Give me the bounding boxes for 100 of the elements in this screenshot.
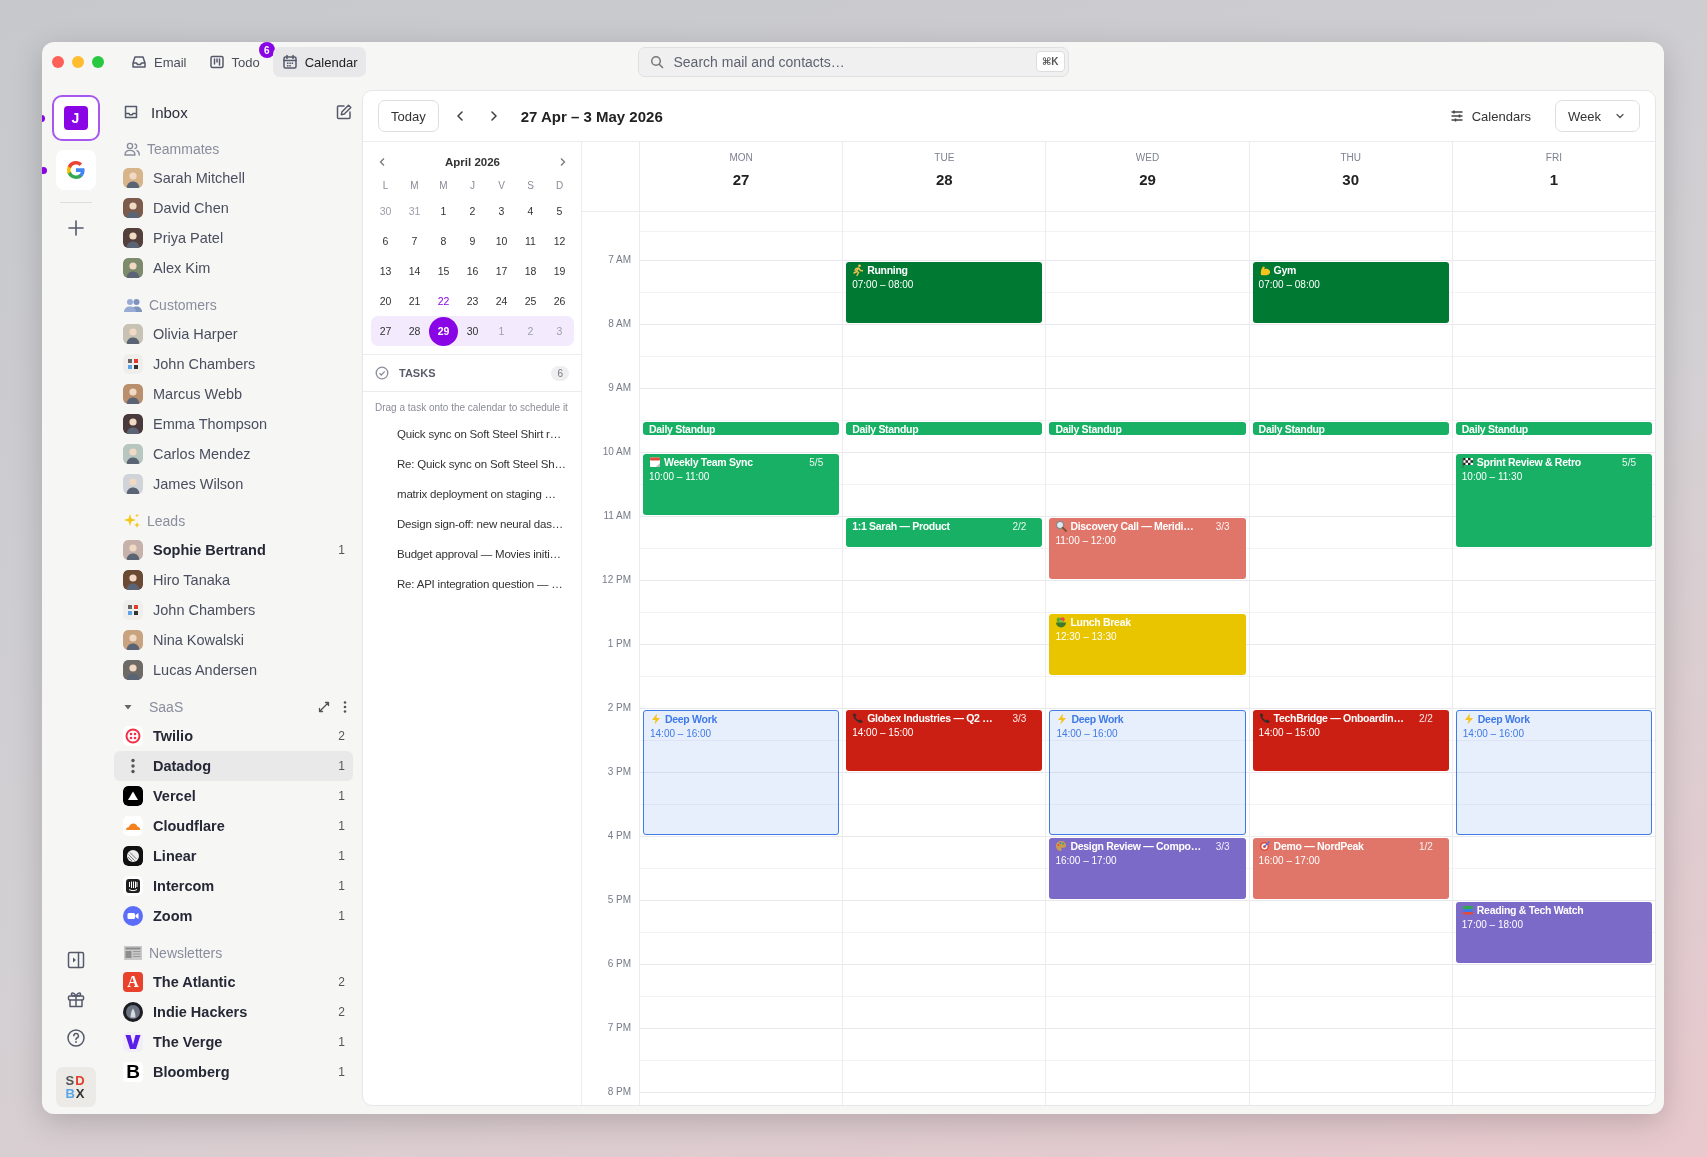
sidebar-item[interactable]: Carlos Mendez bbox=[114, 439, 353, 469]
calendar-day[interactable]: 7 bbox=[400, 226, 429, 256]
task-item[interactable]: Re: Quick sync on Soft Steel Sh… bbox=[397, 449, 581, 479]
sidebar-item[interactable]: Nina Kowalski bbox=[114, 625, 353, 655]
calendar-day[interactable]: 25 bbox=[516, 286, 545, 316]
avatar bbox=[123, 444, 143, 464]
compose-icon[interactable] bbox=[335, 103, 353, 121]
app-tab[interactable]: Email bbox=[122, 47, 196, 77]
task-item[interactable]: Re: API integration question — … bbox=[397, 569, 581, 599]
sidebar-item[interactable]: Indie Hackers 2 bbox=[114, 997, 353, 1027]
calendar-day[interactable]: 13 bbox=[371, 256, 400, 286]
unread-count: 2 bbox=[338, 1005, 345, 1019]
sidebar-item[interactable]: B Bloomberg 1 bbox=[114, 1057, 353, 1087]
sidebar-item[interactable]: Marcus Webb bbox=[114, 379, 353, 409]
calendar-event[interactable]: Reading & Tech Watch 17:00 – 18:00 bbox=[1455, 902, 1652, 963]
sidebar-item[interactable]: Olivia Harper bbox=[114, 319, 353, 349]
weekday-label: WED bbox=[1135, 152, 1160, 163]
calendar-day[interactable]: 27 bbox=[371, 316, 400, 346]
calendar-day[interactable]: 26 bbox=[545, 286, 574, 316]
calendars-button[interactable]: Calendars bbox=[1443, 107, 1537, 125]
workspace-logo[interactable]: SD BX bbox=[55, 1067, 96, 1107]
calendar-day[interactable]: 24 bbox=[487, 286, 516, 316]
plus-icon[interactable] bbox=[66, 219, 85, 237]
sidebar-item[interactable]: Sarah Mitchell bbox=[114, 163, 353, 193]
sidebar-item[interactable]: James Wilson bbox=[114, 469, 353, 499]
calendar-day[interactable]: 14 bbox=[400, 256, 429, 286]
avatar bbox=[123, 228, 143, 248]
chevron-left-icon[interactable] bbox=[455, 110, 464, 122]
event-time: 14:00 – 16:00 bbox=[1056, 727, 1119, 740]
calendar-day[interactable]: 17 bbox=[487, 256, 516, 286]
calendar-day[interactable]: 12 bbox=[545, 226, 574, 256]
calendar-event[interactable]: Running 07:00 – 08:00 bbox=[846, 262, 1043, 323]
calendar-event[interactable]: Deep Work 14:00 – 16:00 bbox=[1455, 710, 1652, 835]
calendar-day[interactable]: 18 bbox=[516, 256, 545, 286]
calendar-day[interactable]: 29 bbox=[429, 316, 458, 346]
task-item[interactable]: Design sign-off: new neural das… bbox=[397, 509, 581, 539]
calendar-day[interactable]: 19 bbox=[545, 256, 574, 286]
inbox-tray-icon bbox=[131, 54, 147, 70]
calendar-event[interactable]: Design Review — Compo… 3/3 16:00 – 17:00 bbox=[1049, 838, 1246, 899]
sidebar-item[interactable]: Emma Thompson bbox=[114, 409, 353, 439]
task-item[interactable]: matrix deployment on staging … bbox=[397, 479, 581, 509]
calendar-day[interactable]: 21 bbox=[400, 286, 429, 316]
sidebar-item[interactable]: Datadog 1 bbox=[114, 751, 353, 781]
calendar-day[interactable]: 4 bbox=[516, 196, 545, 226]
expand-icon[interactable] bbox=[317, 700, 331, 714]
calendar-event[interactable]: Gym 07:00 – 08:00 bbox=[1252, 262, 1449, 323]
event-title: Lunch Break bbox=[1070, 616, 1132, 629]
calendar-day[interactable]: 22 bbox=[429, 286, 458, 316]
sidebar-item[interactable]: David Chen bbox=[114, 193, 353, 223]
calendar-day[interactable]: 9 bbox=[458, 226, 487, 256]
sidebar-item[interactable]: Alex Kim bbox=[114, 253, 353, 283]
kebab-icon[interactable] bbox=[343, 700, 347, 714]
sidebar-item[interactable]: Sophie Bertrand 1 bbox=[114, 535, 353, 565]
sidebar-item[interactable]: John Chambers bbox=[114, 595, 353, 625]
calendar-day[interactable]: 15 bbox=[429, 256, 458, 286]
sidebar-item[interactable]: Zoom 1 bbox=[114, 901, 353, 931]
calendar-day[interactable]: 20 bbox=[371, 286, 400, 316]
task-item[interactable]: Budget approval — Movies initi… bbox=[397, 539, 581, 569]
calendar-event[interactable]: Deep Work 14:00 – 16:00 bbox=[643, 710, 840, 835]
calendar-day[interactable]: 23 bbox=[458, 286, 487, 316]
sidebar-item[interactable]: John Chambers bbox=[114, 349, 353, 379]
help-icon[interactable] bbox=[65, 1028, 86, 1048]
sidebar-item[interactable]: Cloudflare 1 bbox=[114, 811, 353, 841]
sidebar-item[interactable]: A The Atlantic 2 bbox=[114, 967, 353, 997]
sidebar-item[interactable]: Priya Patel bbox=[114, 223, 353, 253]
calendar-day[interactable]: 30 bbox=[458, 316, 487, 346]
sidebar-item[interactable]: Inbox bbox=[123, 103, 335, 121]
calendar-day[interactable]: 8 bbox=[429, 226, 458, 256]
event-count: 5/5 bbox=[1622, 456, 1636, 469]
calendar-day[interactable]: 28 bbox=[400, 316, 429, 346]
chevron-right-icon[interactable] bbox=[489, 110, 498, 122]
sidebar-item[interactable]: Hiro Tanaka bbox=[114, 565, 353, 595]
task-item[interactable]: Quick sync on Soft Steel Shirt r… bbox=[397, 419, 581, 449]
calendar-day[interactable]: 6 bbox=[371, 226, 400, 256]
sidebar-item[interactable]: Vercel 1 bbox=[114, 781, 353, 811]
avatar bbox=[123, 198, 143, 218]
calendar-day[interactable]: 10 bbox=[487, 226, 516, 256]
calendar-day[interactable]: 16 bbox=[458, 256, 487, 286]
weekday-label: THU bbox=[1340, 152, 1361, 163]
sidebar-item[interactable]: Intercom 1 bbox=[114, 871, 353, 901]
calendar-day[interactable]: 3 bbox=[487, 196, 516, 226]
sidebar-toggle-icon[interactable] bbox=[65, 950, 86, 970]
view-dropdown[interactable]: Week bbox=[1555, 100, 1640, 132]
calendar-day[interactable]: 11 bbox=[516, 226, 545, 256]
gift-icon[interactable] bbox=[65, 989, 86, 1009]
sidebar-item[interactable]: Lucas Andersen bbox=[114, 655, 353, 685]
caret-icon[interactable] bbox=[123, 702, 133, 712]
calendar-event[interactable]: TechBridge — Onboardin… 2/2 14:00 – 15:00 bbox=[1252, 710, 1449, 771]
calendar-event[interactable]: Deep Work 14:00 – 16:00 bbox=[1049, 710, 1246, 835]
app-tab[interactable]: Calendar bbox=[272, 47, 367, 77]
calendar-day[interactable]: 1 bbox=[429, 196, 458, 226]
sidebar-item[interactable]: Twilio 2 bbox=[114, 721, 353, 751]
calendar-event[interactable]: Globex Industries — Q2 … 3/3 14:00 – 15:00 bbox=[846, 710, 1043, 771]
calendar-day[interactable]: 5 bbox=[545, 196, 574, 226]
today-button[interactable]: Today bbox=[378, 100, 439, 132]
calendar-day[interactable]: 2 bbox=[458, 196, 487, 226]
sidebar-item[interactable]: Linear 1 bbox=[114, 841, 353, 871]
avatar bbox=[123, 414, 143, 434]
sidebar-item[interactable]: The Verge 1 bbox=[114, 1027, 353, 1057]
close-button[interactable] bbox=[52, 56, 64, 68]
